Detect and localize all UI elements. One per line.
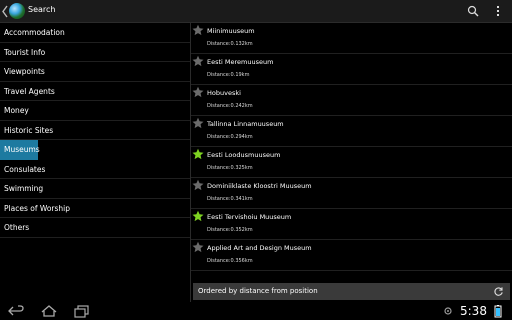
- museum-name: Hobuveski: [207, 89, 241, 97]
- museum-distance: Distance:0.352km: [207, 227, 253, 233]
- list-item[interactable]: Hobuveski Distance:0.242km: [191, 85, 512, 116]
- system-nav-bar: 5:38: [0, 302, 512, 320]
- sidebar-item-consulates[interactable]: Consulates: [0, 160, 190, 179]
- sidebar-item-swimming[interactable]: Swimming: [0, 179, 190, 199]
- location-icon: [444, 307, 452, 315]
- sidebar-item-accommodation[interactable]: Accommodation: [0, 23, 190, 43]
- overflow-menu-icon[interactable]: [494, 5, 502, 17]
- sidebar-item-label: Historic Sites: [4, 125, 54, 135]
- museum-name: Eesti Loodusmuuseum: [207, 151, 281, 159]
- sidebar-item-label: Tourist Info: [4, 47, 46, 57]
- favorite-star-icon[interactable]: [192, 117, 204, 129]
- museum-distance: Distance:0.325km: [207, 165, 253, 171]
- museum-distance: Distance:0.242km: [207, 103, 253, 109]
- search-icon[interactable]: [467, 5, 479, 17]
- sort-status-bar: Ordered by distance from position: [193, 283, 510, 300]
- list-item[interactable]: Eesti Meremuuseum Distance:0.19km: [191, 54, 512, 85]
- list-item[interactable]: Tallinna Linnamuuseum Distance:0.294km: [191, 116, 512, 147]
- favorite-star-icon[interactable]: [192, 55, 204, 67]
- recent-apps-icon[interactable]: [73, 304, 91, 318]
- sidebar-item-label: Travel Agents: [4, 86, 55, 96]
- sidebar-item-label: Others: [4, 223, 30, 232]
- category-sidebar: Accommodation Tourist Info Viewpoints Tr…: [0, 23, 190, 302]
- museum-distance: Distance:0.19km: [207, 72, 250, 78]
- sidebar-item-label: Accommodation: [4, 28, 65, 37]
- sidebar-item-label: Swimming: [4, 184, 44, 193]
- globe-icon[interactable]: [9, 3, 25, 19]
- sidebar-item-money[interactable]: Money: [0, 101, 190, 121]
- favorite-star-icon[interactable]: [192, 241, 204, 253]
- museum-distance: Distance:0.341km: [207, 196, 253, 202]
- refresh-icon[interactable]: [493, 286, 504, 297]
- sidebar-item-places-of-worship[interactable]: Places of Worship: [0, 199, 190, 218]
- favorite-star-icon[interactable]: [192, 210, 204, 222]
- sidebar-item-label: Money: [4, 106, 29, 115]
- favorite-star-icon[interactable]: [192, 86, 204, 98]
- sidebar-item-label: Places of Worship: [4, 203, 70, 213]
- clock: 5:38: [460, 304, 487, 318]
- home-icon[interactable]: [40, 304, 58, 318]
- museum-name: Applied Art and Design Museum: [207, 244, 312, 252]
- list-item[interactable]: Miinimuuseum Distance:0.132km: [191, 23, 512, 54]
- list-item[interactable]: Applied Art and Design Museum Distance:0…: [191, 240, 512, 271]
- action-bar: Search: [0, 0, 512, 23]
- sidebar-item-museums[interactable]: Museums: [0, 140, 40, 160]
- museum-name: Dominiiklaste Kloostri Muuseum: [207, 182, 312, 190]
- museum-distance: Distance:0.294km: [207, 134, 253, 140]
- battery-icon: [494, 305, 502, 318]
- sidebar-item-label: Museums: [4, 145, 40, 154]
- sidebar-item-viewpoints[interactable]: Viewpoints: [0, 62, 190, 82]
- sidebar-item-label: Consulates: [4, 164, 46, 174]
- museum-name: Eesti Meremuuseum: [207, 58, 274, 66]
- sidebar-item-historic-sites[interactable]: Historic Sites: [0, 121, 190, 140]
- list-item[interactable]: Dominiiklaste Kloostri Muuseum Distance:…: [191, 178, 512, 209]
- back-icon[interactable]: [7, 304, 25, 318]
- sidebar-item-label: Viewpoints: [4, 67, 45, 76]
- sidebar-item-travel-agents[interactable]: Travel Agents: [0, 82, 190, 101]
- sort-status-text: Ordered by distance from position: [198, 287, 318, 295]
- favorite-star-icon[interactable]: [192, 179, 204, 191]
- museum-distance: Distance:0.356km: [207, 258, 253, 264]
- museum-name: Eesti Tervishoiu Muuseum: [207, 213, 292, 221]
- museum-name: Tallinna Linnamuuseum: [207, 120, 284, 128]
- sidebar-item-tourist-info[interactable]: Tourist Info: [0, 43, 190, 62]
- museum-distance: Distance:0.132km: [207, 41, 253, 47]
- museum-name: Miinimuuseum: [207, 27, 255, 35]
- sidebar-item-others[interactable]: Others: [0, 218, 190, 238]
- results-list[interactable]: Miinimuuseum Distance:0.132km Eesti Mere…: [191, 23, 512, 302]
- favorite-star-icon[interactable]: [192, 148, 204, 160]
- favorite-star-icon[interactable]: [192, 24, 204, 36]
- page-title: Search: [28, 5, 56, 14]
- list-item[interactable]: Eesti Tervishoiu Muuseum Distance:0.352k…: [191, 209, 512, 240]
- back-chevron-icon[interactable]: [2, 5, 8, 18]
- list-item[interactable]: Eesti Loodusmuuseum Distance:0.325km: [191, 147, 512, 178]
